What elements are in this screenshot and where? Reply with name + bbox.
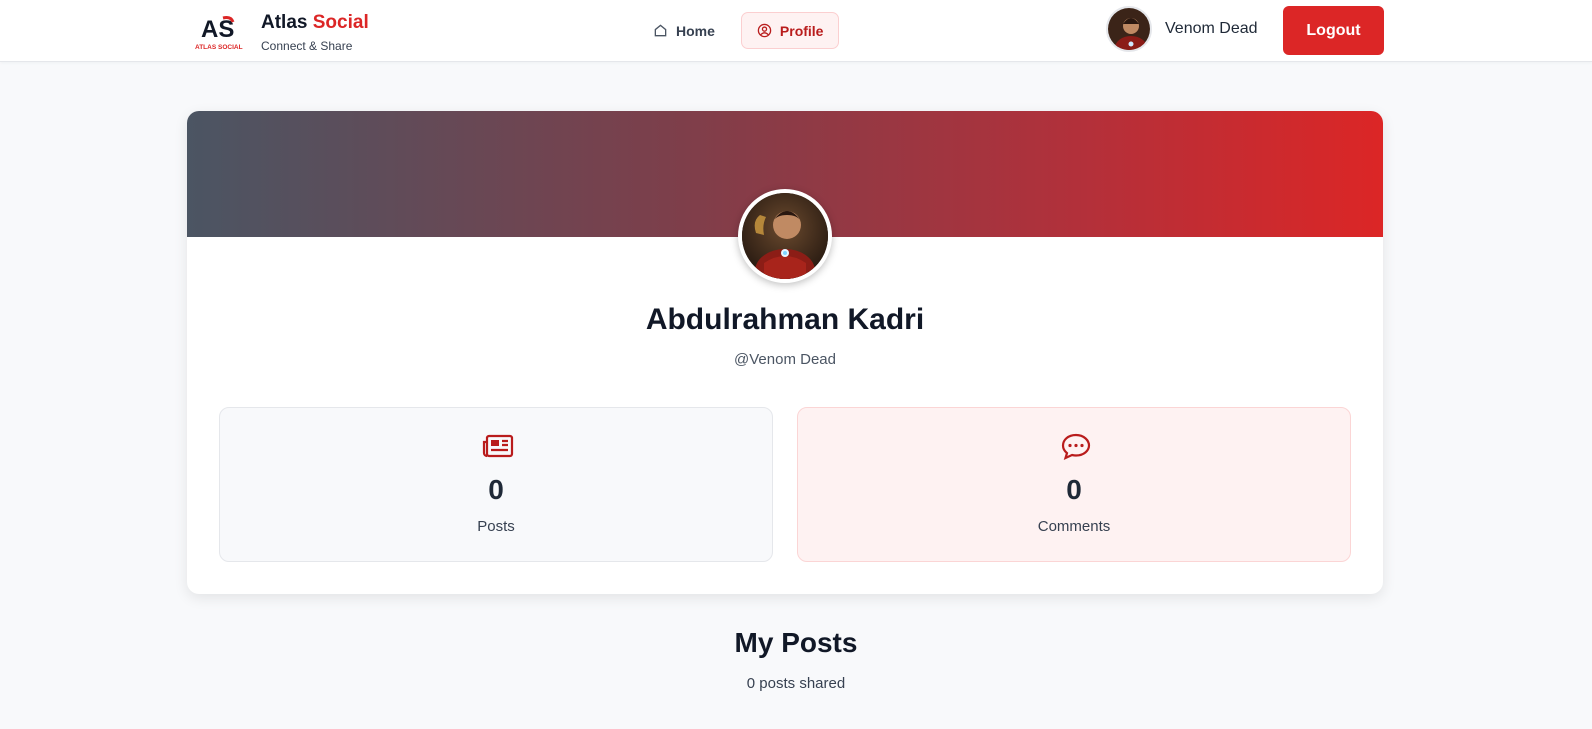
profile-card: Abdulrahman Kadri @Venom Dead 0 Posts 0 … [187,111,1383,594]
user-menu[interactable]: Venom Dead [1106,6,1258,52]
nav-home[interactable]: Home [637,12,731,49]
svg-text:AS: AS [201,16,234,43]
nav-profile-label: Profile [779,22,824,39]
stat-posts-value: 0 [488,474,504,505]
avatar[interactable] [1106,6,1152,52]
home-icon [654,24,667,37]
stat-comments-label: Comments [1037,518,1111,535]
profile-avatar[interactable] [738,189,832,283]
profile-handle: @Venom Dead [734,351,836,368]
nav-profile[interactable]: Profile [740,12,840,49]
profile-full-name: Abdulrahman Kadri [645,303,925,336]
brand-text: Atlas Social Connect & Share [261,12,369,53]
newspaper-icon [482,434,514,458]
logout-button[interactable]: Logout [1283,6,1384,55]
brand-title: Atlas Social [261,12,369,34]
main-nav: Home Profile [637,12,840,49]
stat-card-comments: 0 Comments [797,407,1351,562]
brand[interactable]: AS ATLAS SOCIAL Atlas Social Connect & S… [193,11,369,53]
brand-subtitle: Connect & Share [261,38,353,53]
user-circle-icon [757,23,772,38]
svg-text:ATLAS SOCIAL: ATLAS SOCIAL [195,44,243,51]
brand-title-main: Atlas [261,11,308,33]
nav-home-label: Home [676,22,715,39]
chat-icon [1061,433,1091,460]
brand-logo: AS ATLAS SOCIAL [193,12,243,52]
user-display-name[interactable]: Venom Dead [1165,20,1258,38]
stat-posts-label: Posts [477,518,515,535]
top-navbar: AS ATLAS SOCIAL Atlas Social Connect & S… [0,0,1592,62]
brand-title-accent: Social [312,11,369,33]
my-posts-title: My Posts [734,627,858,658]
my-posts-count: 0 posts shared [746,675,846,692]
stat-card-posts: 0 Posts [219,407,773,562]
stat-comments-value: 0 [1066,474,1082,505]
